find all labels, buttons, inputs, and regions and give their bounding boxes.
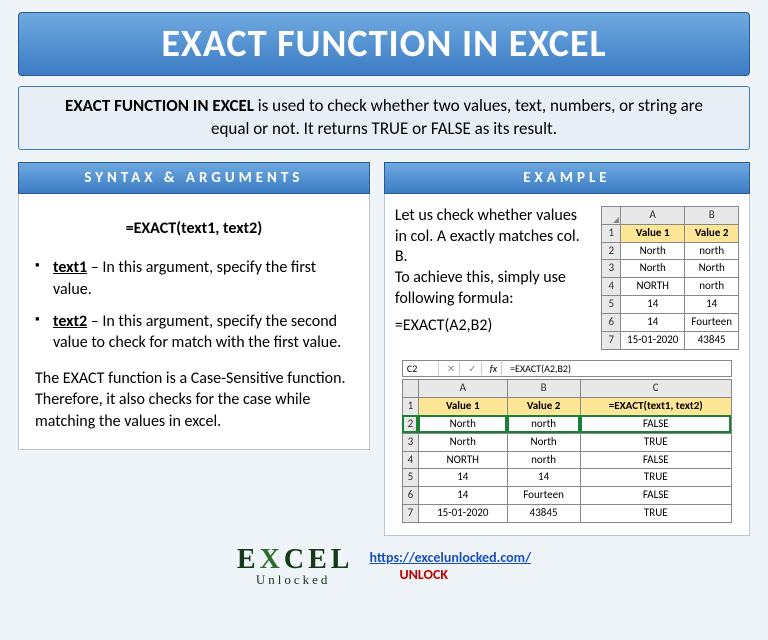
formula-bar-x-icon: ✕ <box>443 362 460 376</box>
example-section: EXAMPLE Let us check whether values in c… <box>384 162 750 536</box>
syntax-note: The EXACT function is a Case-Sensitive f… <box>35 368 353 433</box>
example-heading: EXAMPLE <box>384 162 750 194</box>
example-intro: Let us check whether values in col. A ex… <box>395 206 592 350</box>
example-table-result: ABC 1Value 1Value 2=EXACT(text1, text2) … <box>402 379 732 523</box>
description-rest: is used to check whether two values, tex… <box>211 95 703 139</box>
example-formula: =EXACT(A2,B2) <box>395 316 592 337</box>
cell-reference: C2 <box>403 361 439 377</box>
syntax-section: SYNTAX & ARGUMENTS =EXACT(text1, text2) … <box>18 162 370 536</box>
formula-bar-text: =EXACT(A2,B2) <box>506 361 731 377</box>
footer-unlock: UNLOCK <box>399 566 448 583</box>
fx-icon: fx <box>486 362 502 376</box>
syntax-heading: SYNTAX & ARGUMENTS <box>18 162 370 194</box>
formula-bar-check-icon: ✓ <box>464 362 481 376</box>
description-lead: EXACT FUNCTION IN EXCEL <box>65 95 254 116</box>
formula-bar: C2 ✕ ✓ fx =EXACT(A2,B2) <box>402 360 732 378</box>
arg-text1: text1 – In this argument, specify the fi… <box>35 257 353 300</box>
syntax-formula: =EXACT(text1, text2) <box>35 218 353 240</box>
argument-list: text1 – In this argument, specify the fi… <box>35 257 353 353</box>
description-bar: EXACT FUNCTION IN EXCEL is used to check… <box>18 86 750 150</box>
logo: EXCEL Unlocked <box>237 544 350 588</box>
page-title: EXACT FUNCTION IN EXCEL <box>19 21 749 67</box>
example-table-input: AB 1Value 1Value 2 2Northnorth 3NorthNor… <box>601 206 739 350</box>
title-bar: EXACT FUNCTION IN EXCEL <box>18 12 750 76</box>
footer-url-link[interactable]: https://excelunlocked.com/ <box>369 549 531 566</box>
footer: EXCEL Unlocked https://excelunlocked.com… <box>18 544 750 588</box>
arg-text2: text2 – In this argument, specify the se… <box>35 311 353 354</box>
